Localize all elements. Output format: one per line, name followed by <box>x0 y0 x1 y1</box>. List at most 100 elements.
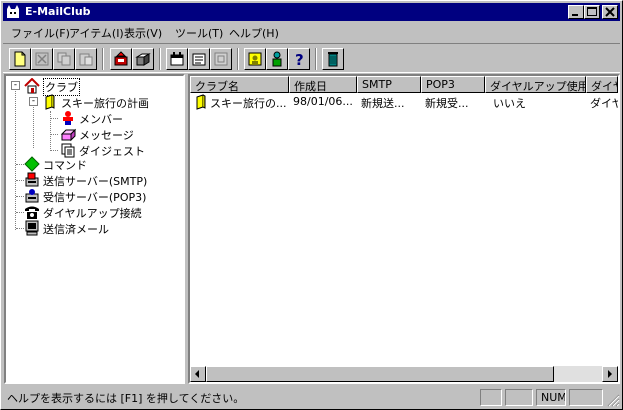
address-book-icon <box>248 52 262 66</box>
toolbar-separator <box>315 48 317 70</box>
horizontal-scrollbar[interactable] <box>190 366 618 382</box>
scroll-left-button[interactable] <box>190 366 206 382</box>
stack-button[interactable] <box>132 48 154 70</box>
toolbar-separator <box>102 48 104 70</box>
tree-node-label: ダイジェスト <box>79 145 145 158</box>
delete-icon <box>35 52 49 66</box>
message-icon <box>60 128 76 142</box>
question-mark-icon: ? <box>295 51 304 67</box>
toolbar-separator <box>159 48 161 70</box>
tree-guide-line <box>50 111 52 151</box>
paste-button[interactable] <box>75 48 97 70</box>
schedule-icon <box>192 53 206 66</box>
status-panel-num: NUM <box>536 389 566 406</box>
column-header-dialup-use[interactable]: ダイヤルアップ使用 <box>485 76 586 93</box>
folder-tree[interactable]: - クラブ - スキー旅行の計画 メンバー メッセージ ダイジェスト コマンド <box>4 74 185 384</box>
status-panel-caps <box>480 389 502 406</box>
telephone-icon <box>25 206 39 219</box>
minimize-icon <box>572 14 578 16</box>
calendar-icon <box>170 52 184 66</box>
arrow-left-icon <box>195 370 199 378</box>
properties-button[interactable] <box>210 48 232 70</box>
user-icon <box>272 51 282 67</box>
tree-guide-line <box>16 228 24 230</box>
close-button[interactable] <box>602 5 618 19</box>
tree-node-label: 送信サーバー(SMTP) <box>43 175 148 188</box>
tree-guide-line <box>16 180 24 182</box>
scroll-right-button[interactable] <box>602 366 618 382</box>
maximize-icon <box>587 7 597 16</box>
properties-icon <box>214 52 228 66</box>
new-document-icon <box>14 51 26 67</box>
cell-dialup-use: いいえ <box>493 97 526 110</box>
tree-guide-line <box>50 150 58 152</box>
receive-server-icon <box>25 189 39 203</box>
menu-help[interactable]: ヘルプ(H) <box>229 25 279 41</box>
minimize-button[interactable] <box>568 5 584 19</box>
cell-dialup: ダイヤ <box>590 97 618 110</box>
mailbox-icon <box>114 51 128 66</box>
monitor-icon <box>25 220 39 236</box>
tree-guide-line <box>15 88 17 230</box>
tree-node-label: スキー旅行の計画 <box>61 97 149 110</box>
arrow-right-icon <box>608 370 612 378</box>
tree-collapse-toggle[interactable]: - <box>29 97 38 106</box>
cell-club-name: スキー旅行の... <box>210 97 287 110</box>
scroll-thumb[interactable] <box>206 366 554 382</box>
help-button[interactable]: ? <box>288 48 310 70</box>
resize-grip-icon[interactable] <box>606 393 620 407</box>
tree-node-label: 受信サーバー(POP3) <box>43 191 147 204</box>
trash-button[interactable] <box>322 48 344 70</box>
tree-guide-line <box>16 164 24 166</box>
diamond-icon <box>24 156 40 172</box>
house-icon <box>24 78 40 94</box>
status-panel-kana <box>505 389 533 406</box>
tree-guide-line <box>33 104 35 148</box>
column-header-club-name[interactable]: クラブ名 <box>190 76 289 93</box>
trash-icon <box>328 52 338 67</box>
cell-created: 98/01/06... <box>293 95 353 108</box>
cell-smtp: 新規送... <box>361 97 405 110</box>
column-header-smtp[interactable]: SMTP <box>357 76 421 93</box>
column-header-dialup[interactable]: ダイヤル <box>586 76 618 93</box>
copy-button[interactable] <box>53 48 75 70</box>
menu-tools[interactable]: ツール(T) <box>175 25 223 41</box>
paste-icon <box>79 53 93 66</box>
delete-button[interactable] <box>31 48 53 70</box>
toolbar-separator <box>237 48 239 70</box>
yellow-book-icon <box>45 94 55 110</box>
address-book-button[interactable] <box>244 48 266 70</box>
column-header-created[interactable]: 作成日 <box>289 76 357 93</box>
tree-node-label: コマンド <box>43 159 87 172</box>
title-bar[interactable]: E-MailClub <box>3 3 620 21</box>
menu-bar: ファイル(F) アイテム(I) 表示(V) ツール(T) ヘルプ(H) <box>3 22 620 41</box>
calendar-button[interactable] <box>166 48 188 70</box>
copy-icon <box>57 52 71 66</box>
tree-node-label: メンバー <box>79 113 123 126</box>
new-button[interactable] <box>9 48 31 70</box>
send-receive-button[interactable] <box>110 48 132 70</box>
menu-item[interactable]: アイテム(I) <box>69 25 124 41</box>
menu-file[interactable]: ファイル(F) <box>11 25 70 41</box>
tree-guide-line <box>16 196 24 198</box>
column-header-pop3[interactable]: POP3 <box>421 76 485 93</box>
maximize-button[interactable] <box>584 5 600 19</box>
cat-app-icon <box>7 5 19 18</box>
tree-collapse-toggle[interactable]: - <box>11 81 20 90</box>
cell-pop3: 新規受... <box>425 97 469 110</box>
window-title: E-MailClub <box>25 5 91 18</box>
tree-guide-line <box>50 118 58 120</box>
tree-guide-line <box>50 134 58 136</box>
digest-icon <box>61 143 75 158</box>
menu-view[interactable]: 表示(V) <box>124 25 162 41</box>
main-window: E-MailClub ファイル(F) アイテム(I) 表示(V) ツール(T) … <box>0 0 623 410</box>
status-message: ヘルプを表示するには [F1] を押してください。 <box>7 392 245 405</box>
club-list-view[interactable]: クラブ名 作成日 SMTP POP3 ダイヤルアップ使用 ダイヤル スキー旅行の… <box>188 74 620 384</box>
member-icon <box>63 111 73 125</box>
schedule-button[interactable] <box>188 48 210 70</box>
user-button[interactable] <box>266 48 288 70</box>
stack-icon <box>135 53 151 66</box>
tree-node-label: 送信済メール <box>43 223 109 236</box>
status-bar: ヘルプを表示するには [F1] を押してください。 NUM <box>3 387 620 407</box>
svg-text:?: ? <box>295 51 304 67</box>
